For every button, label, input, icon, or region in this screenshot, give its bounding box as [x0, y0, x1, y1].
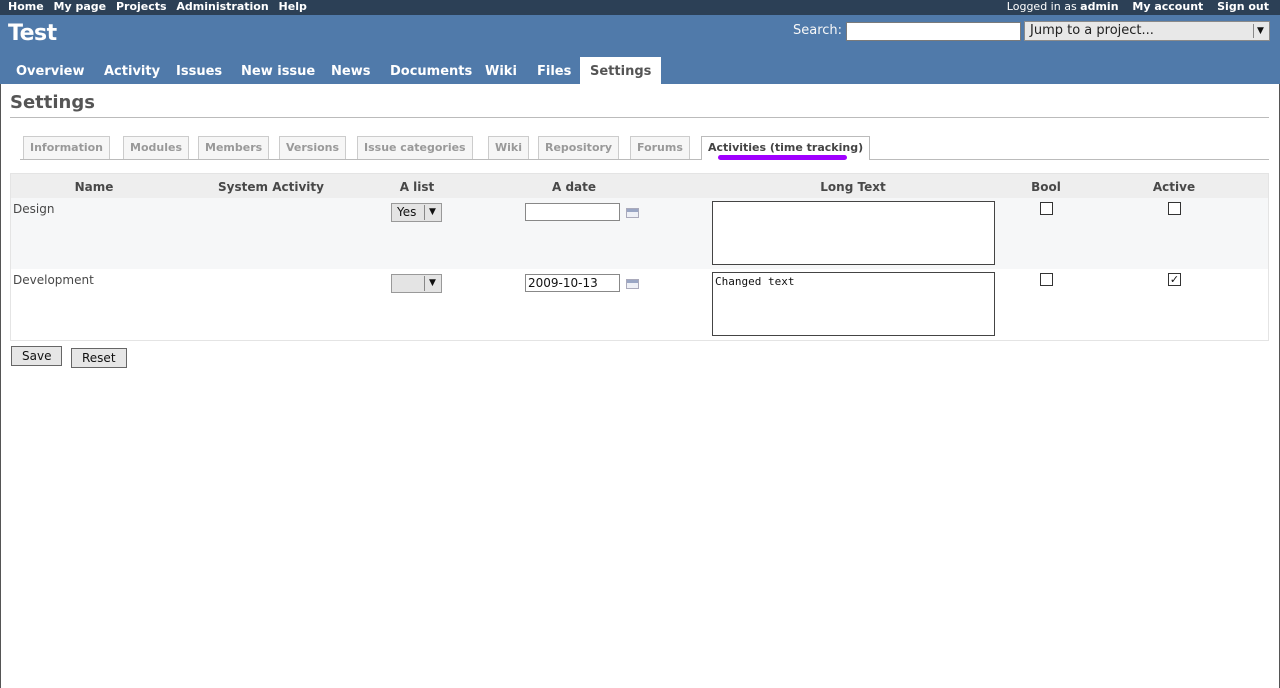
page-title: Settings: [10, 92, 95, 113]
search-input[interactable]: [846, 22, 1021, 41]
top-menu: Home My page Projects Administration Hel…: [0, 0, 1280, 15]
logged-in-user[interactable]: admin: [1080, 0, 1118, 13]
jump-to-project-select[interactable]: Jump to a project... ▼: [1024, 21, 1270, 41]
column-header-a-date: A date: [551, 180, 597, 194]
tab-settings[interactable]: Settings: [580, 57, 662, 84]
calendar-icon[interactable]: [626, 279, 639, 289]
header: Test Search: Jump to a project... ▼ Over…: [0, 15, 1280, 84]
tab-documents[interactable]: Documents: [380, 57, 482, 84]
tab-news[interactable]: News: [321, 57, 380, 84]
logged-in-prefix: Logged in as: [1006, 0, 1077, 13]
reset-button[interactable]: Reset: [71, 348, 127, 368]
settings-tab-information[interactable]: Information: [23, 136, 110, 159]
column-header-active: Active: [1152, 180, 1196, 194]
bool-checkbox[interactable]: [1040, 273, 1053, 286]
chevron-down-icon[interactable]: ▼: [1253, 24, 1267, 38]
a-list-select[interactable]: ▼: [391, 274, 442, 293]
heading-divider: [10, 117, 1269, 118]
top-menu-left: Home My page Projects Administration Hel…: [8, 0, 313, 13]
settings-tab-wiki[interactable]: Wiki: [488, 136, 529, 159]
settings-tab-members[interactable]: Members: [198, 136, 270, 159]
a-date-input[interactable]: [525, 274, 620, 292]
project-title: Test: [8, 21, 57, 46]
top-menu-administration[interactable]: Administration: [176, 0, 268, 13]
top-menu-projects[interactable]: Projects: [116, 0, 167, 13]
tab-issues[interactable]: Issues: [166, 57, 232, 84]
long-text-input[interactable]: Changed text: [712, 272, 995, 336]
tabs-baseline: [20, 159, 1269, 160]
calendar-icon[interactable]: [626, 208, 639, 218]
settings-tab-versions[interactable]: Versions: [279, 136, 347, 159]
bool-checkbox[interactable]: [1040, 202, 1053, 215]
a-list-value: Yes: [397, 205, 417, 219]
active-checkbox[interactable]: [1168, 202, 1181, 215]
a-list-select[interactable]: Yes ▼: [391, 203, 442, 222]
long-text-input[interactable]: [712, 201, 995, 265]
my-account-link[interactable]: My account: [1132, 0, 1203, 13]
tab-files[interactable]: Files: [527, 57, 581, 84]
chevron-down-icon[interactable]: ▼: [424, 205, 440, 220]
page-edge-left: [0, 0, 1, 688]
tab-wiki[interactable]: Wiki: [475, 57, 527, 84]
activity-name: Design: [13, 202, 55, 216]
tab-activity[interactable]: Activity: [94, 57, 170, 84]
logged-in-as: Logged in as admin: [1007, 0, 1119, 13]
column-header-long-text: Long Text: [820, 180, 886, 194]
column-header-name: Name: [74, 180, 114, 194]
settings-tab-forums[interactable]: Forums: [630, 136, 690, 159]
table-header: [11, 174, 1268, 198]
top-menu-right: Logged in as admin My account Sign out: [1007, 0, 1269, 13]
sign-out-link[interactable]: Sign out: [1217, 0, 1269, 13]
top-menu-my-page[interactable]: My page: [54, 0, 107, 13]
active-checkbox[interactable]: ✓: [1168, 273, 1181, 286]
activities-table: Name System Activity A list A date Long …: [10, 173, 1269, 341]
selected-tab-highlight: [718, 155, 847, 160]
column-header-bool: Bool: [1031, 180, 1061, 194]
top-menu-home[interactable]: Home: [8, 0, 44, 13]
column-header-a-list: A list: [399, 180, 435, 194]
activity-name: Development: [13, 273, 94, 287]
settings-tab-repository[interactable]: Repository: [538, 136, 620, 159]
tab-overview[interactable]: Overview: [6, 57, 95, 84]
settings-tab-modules[interactable]: Modules: [123, 136, 189, 159]
tab-new-issue[interactable]: New issue: [231, 57, 325, 84]
table-row: Design Yes ▼: [11, 198, 1268, 269]
table-row: Development ▼ Changed text ✓: [11, 269, 1268, 340]
a-date-input[interactable]: [525, 203, 620, 221]
save-button[interactable]: Save: [11, 346, 63, 366]
settings-tabs: Information Modules Members Versions Iss…: [10, 136, 1269, 160]
top-menu-help[interactable]: Help: [279, 0, 307, 13]
search-label: Search:: [793, 23, 843, 38]
jump-to-project-label: Jump to a project...: [1030, 23, 1154, 38]
chevron-down-icon[interactable]: ▼: [424, 276, 440, 291]
column-header-system-activity: System Activity: [218, 180, 324, 194]
settings-tab-issue-categories[interactable]: Issue categories: [357, 136, 473, 159]
